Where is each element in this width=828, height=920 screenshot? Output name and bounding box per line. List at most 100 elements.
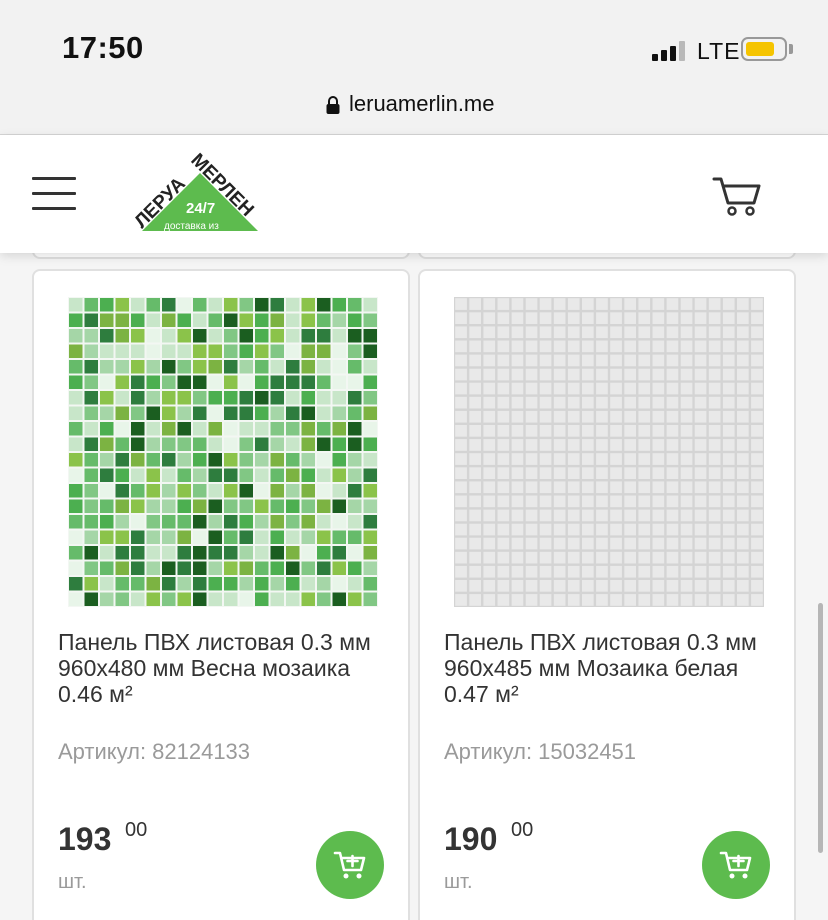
mosaic-tile bbox=[455, 368, 467, 381]
mosaic-tile bbox=[146, 484, 160, 498]
mosaic-tile bbox=[239, 468, 253, 482]
mosaic-tile bbox=[497, 425, 510, 437]
mosaic-tile bbox=[652, 312, 665, 324]
mosaic-tile bbox=[69, 515, 83, 529]
mosaic-tile bbox=[737, 298, 749, 310]
mosaic-tile bbox=[208, 344, 222, 358]
mosaic-tile bbox=[680, 523, 693, 536]
mosaic-tile bbox=[224, 437, 238, 451]
product-title[interactable]: Панель ПВХ листовая 0.3 мм 960х480 мм Ве… bbox=[58, 629, 398, 707]
mosaic-tile bbox=[582, 580, 594, 592]
mosaic-tile bbox=[610, 439, 622, 451]
mosaic-tile bbox=[483, 565, 496, 578]
product-image[interactable] bbox=[454, 297, 764, 607]
mosaic-tile bbox=[69, 468, 83, 482]
mosaic-tile bbox=[84, 298, 98, 312]
mosaic-tile bbox=[469, 481, 481, 494]
price-cents: 00 bbox=[511, 819, 534, 841]
mosaic-tile bbox=[193, 391, 207, 405]
mosaic-tile bbox=[348, 406, 362, 420]
mosaic-tile bbox=[694, 410, 707, 423]
mosaic-tile bbox=[193, 592, 207, 606]
mosaic-tile bbox=[708, 495, 721, 508]
mosaic-tile bbox=[525, 410, 538, 423]
mosaic-tile bbox=[193, 515, 207, 529]
mosaic-tile bbox=[208, 422, 222, 436]
mosaic-tile bbox=[193, 577, 207, 591]
mosaic-tile bbox=[363, 375, 377, 389]
product-card[interactable]: Панель ПВХ листовая 0.3 мм 960х480 мм Ве… bbox=[32, 269, 410, 920]
mosaic-tile bbox=[348, 375, 362, 389]
mosaic-tile bbox=[694, 439, 707, 451]
mosaic-tile bbox=[317, 453, 331, 467]
mosaic-tile bbox=[177, 468, 191, 482]
mosaic-tile bbox=[582, 298, 594, 310]
mosaic-tile bbox=[553, 509, 566, 522]
mosaic-tile bbox=[84, 515, 98, 529]
mosaic-tile bbox=[115, 360, 129, 374]
mosaic-tile bbox=[84, 577, 98, 591]
mosaic-tile bbox=[722, 298, 735, 310]
product-image[interactable] bbox=[68, 297, 378, 607]
mosaic-tile bbox=[511, 410, 524, 423]
mosaic-tile bbox=[539, 298, 552, 310]
mosaic-tile bbox=[131, 437, 145, 451]
mosaic-tile bbox=[567, 340, 580, 353]
mosaic-tile bbox=[301, 453, 315, 467]
add-to-cart-button[interactable] bbox=[702, 831, 770, 899]
mosaic-tile bbox=[751, 298, 763, 310]
mosaic-tile bbox=[469, 551, 481, 564]
mosaic-tile bbox=[483, 467, 496, 479]
product-title[interactable]: Панель ПВХ листовая 0.3 мм 960х485 мм Мо… bbox=[444, 629, 784, 707]
mosaic-tile bbox=[582, 495, 594, 508]
product-card[interactable]: Панель ПВХ листовая 0.3 мм 960х485 мм Мо… bbox=[418, 269, 796, 920]
mosaic-tile bbox=[255, 375, 269, 389]
mosaic-tile bbox=[177, 499, 191, 513]
mosaic-tile bbox=[596, 425, 608, 437]
scrollbar[interactable] bbox=[818, 603, 823, 853]
mosaic-tile bbox=[737, 495, 749, 508]
mosaic-tile bbox=[553, 594, 566, 606]
mosaic-tile bbox=[301, 406, 315, 420]
mosaic-tile bbox=[115, 499, 129, 513]
mosaic-tile bbox=[596, 565, 608, 578]
mosaic-tile bbox=[525, 467, 538, 479]
signal-strength-icon bbox=[652, 40, 690, 61]
mosaic-tile bbox=[84, 484, 98, 498]
url-text[interactable]: leruamerlin.me bbox=[349, 91, 495, 117]
cart-icon[interactable] bbox=[712, 175, 762, 217]
mosaic-tile bbox=[255, 298, 269, 312]
mosaic-tile bbox=[511, 580, 524, 592]
mosaic-tile bbox=[680, 410, 693, 423]
mosaic-tile bbox=[497, 354, 510, 367]
hamburger-menu-icon[interactable] bbox=[32, 177, 76, 211]
logo-tagline: доставка из bbox=[164, 221, 219, 232]
mosaic-tile bbox=[100, 530, 114, 544]
mosaic-tile bbox=[567, 439, 580, 451]
mosaic-tile bbox=[455, 354, 467, 367]
mosaic-tile bbox=[162, 344, 176, 358]
add-to-cart-button[interactable] bbox=[316, 831, 384, 899]
mosaic-tile bbox=[624, 523, 636, 536]
mosaic-tile bbox=[239, 344, 253, 358]
mosaic-tile bbox=[100, 468, 114, 482]
mosaic-tile bbox=[224, 422, 238, 436]
price-unit: шт. bbox=[444, 871, 473, 893]
mosaic-tile bbox=[162, 437, 176, 451]
browser-url-bar[interactable]: leruamerlin.me bbox=[0, 80, 828, 135]
mosaic-tile bbox=[638, 382, 651, 395]
mosaic-tile bbox=[680, 481, 693, 494]
mosaic-tile bbox=[525, 509, 538, 522]
mosaic-tile bbox=[84, 344, 98, 358]
mosaic-tile bbox=[208, 391, 222, 405]
mosaic-tile bbox=[638, 326, 651, 339]
mosaic-tile bbox=[511, 523, 524, 536]
mosaic-tile bbox=[666, 340, 679, 353]
mosaic-tile bbox=[567, 410, 580, 423]
mosaic-tile bbox=[469, 537, 481, 550]
mosaic-tile bbox=[624, 481, 636, 494]
mosaic-tile bbox=[239, 406, 253, 420]
mosaic-tile bbox=[100, 406, 114, 420]
mosaic-tile bbox=[483, 368, 496, 381]
site-logo[interactable]: МЕРЛЕН ЛЕРУА 24/7 доставка из bbox=[128, 151, 268, 251]
